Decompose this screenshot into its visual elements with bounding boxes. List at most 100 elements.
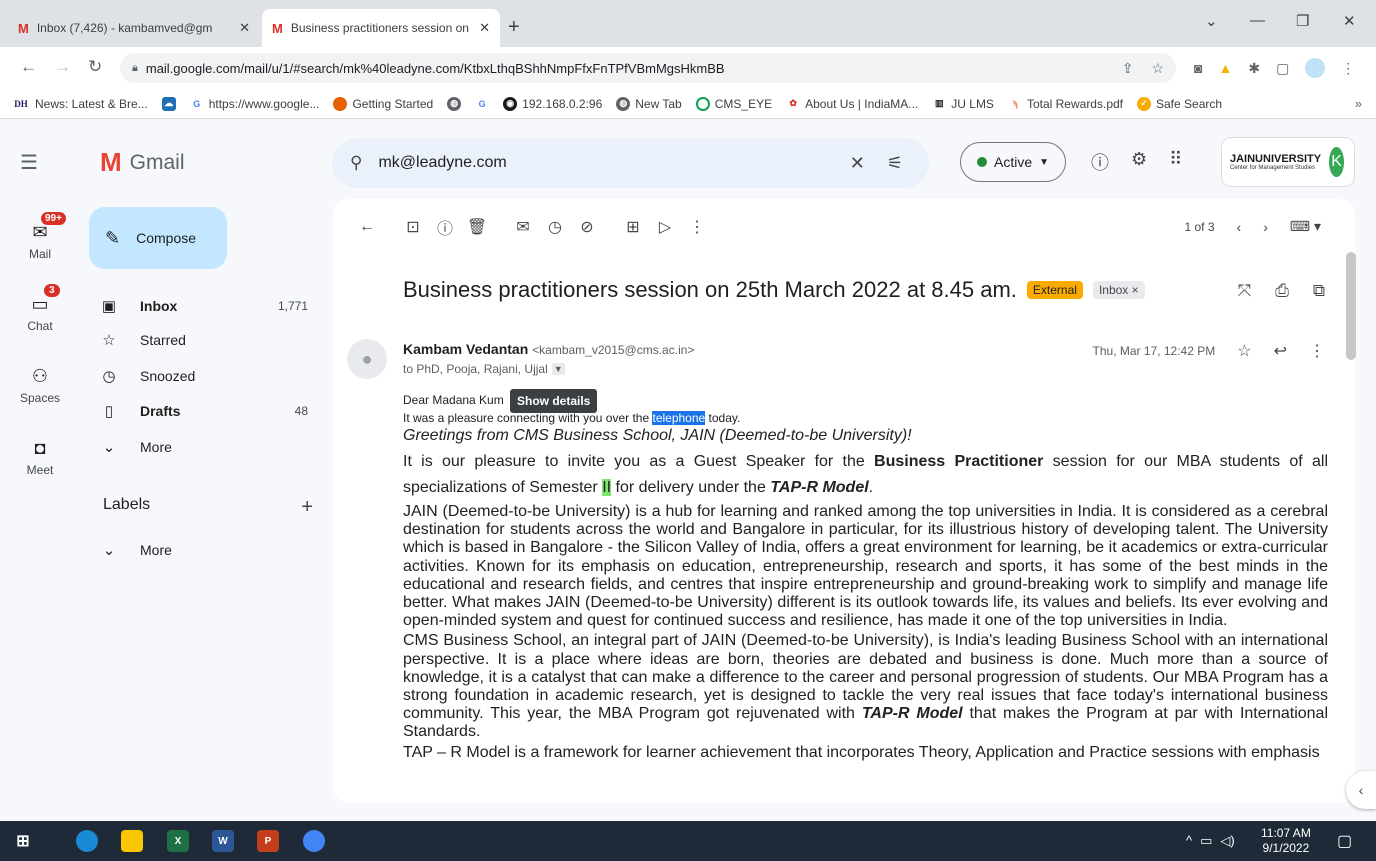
back-icon[interactable]: ← (20, 57, 37, 77)
network-icon[interactable]: ▭ (1200, 833, 1212, 849)
add-task-icon[interactable]: ⊘ (571, 217, 603, 237)
more-icon[interactable]: ⋮ (1309, 341, 1325, 361)
search-input[interactable] (378, 154, 850, 172)
nav-more[interactable]: ⌄ More (100, 431, 316, 463)
bookmark-item[interactable]: ◍ New Tab (616, 96, 682, 111)
close-tab-icon[interactable]: ✕ (239, 20, 250, 36)
add-label-icon[interactable]: + (301, 496, 313, 519)
word-icon[interactable]: W (212, 830, 234, 852)
restore-button[interactable]: ❐ (1296, 12, 1309, 30)
drive-icon[interactable]: ▲ (1218, 60, 1232, 76)
bookmark-item[interactable]: ▥ JU LMS (932, 96, 994, 111)
archive-icon[interactable]: ⊡ (397, 217, 429, 237)
bookmark-item[interactable]: ✓ Safe Search (1137, 96, 1222, 111)
chevron-right-icon[interactable]: › (1263, 219, 1268, 235)
gmail-logo[interactable]: M Gmail (100, 147, 185, 178)
move-to-icon[interactable]: ⊞ (617, 217, 649, 237)
extension-icon[interactable]: ◙ (1194, 60, 1202, 76)
apps-grid-icon[interactable]: ⠿ (1169, 149, 1182, 175)
inbox-label-chip[interactable]: Inbox × (1092, 281, 1145, 299)
rail-chat[interactable]: ▭ 3 Chat (0, 284, 80, 333)
compose-button[interactable]: ✎ Compose (89, 207, 227, 269)
account-switcher[interactable]: JAINUNIVERSITY Center for Management Stu… (1221, 137, 1355, 187)
back-to-list-icon[interactable]: ← (351, 218, 383, 236)
report-spam-icon[interactable]: ⓘ (429, 215, 461, 239)
taskbar-clock[interactable]: 11:07 AM 9/1/2022 (1261, 826, 1311, 856)
windows-start-icon[interactable]: ⊞ (12, 830, 34, 852)
share-icon[interactable]: ⇪ (1122, 60, 1134, 77)
nav-snoozed[interactable]: ◷ Snoozed (100, 360, 316, 392)
sender-avatar[interactable]: ● (347, 339, 387, 379)
chrome-menu-icon[interactable]: ⋮ (1341, 60, 1355, 77)
search-bar[interactable]: ⚲ ✕ ⚟ (332, 138, 929, 188)
delete-icon[interactable]: 🗑︎ (461, 217, 493, 237)
reply-icon[interactable]: ↩ (1274, 341, 1287, 361)
close-tab-icon[interactable]: ✕ (479, 20, 490, 36)
close-window-button[interactable]: ✕ (1343, 12, 1356, 30)
bookmark-item[interactable]: Ghttps://www.google... (189, 96, 319, 111)
bookmark-item[interactable]: DH News: Latest & Bre... (12, 96, 148, 111)
minimize-button[interactable]: — (1250, 12, 1265, 29)
rail-mail[interactable]: ✉ 99+ Mail (0, 212, 80, 261)
avatar[interactable]: K (1329, 147, 1344, 177)
open-new-window-icon[interactable]: ⧉ (1313, 281, 1325, 301)
tray-chevron-icon[interactable]: ^ (1186, 833, 1192, 849)
sender-name[interactable]: Kambam Vedantan (403, 341, 528, 357)
bookmarks-overflow-icon[interactable]: » (1355, 96, 1362, 111)
status-dropdown[interactable]: Active ▼ (960, 142, 1066, 182)
puzzle-icon[interactable]: ✱ (1248, 60, 1260, 77)
print-icon[interactable]: ⎙ (1275, 281, 1289, 301)
main-menu-icon[interactable]: ☰ (20, 150, 38, 175)
snooze-icon[interactable]: ◷ (539, 217, 571, 237)
search-options-icon[interactable]: ⚟ (887, 153, 903, 174)
bookmark-item[interactable]: ☁ (161, 96, 176, 111)
mark-unread-icon[interactable]: ✉ (507, 217, 539, 237)
help-icon[interactable]: ⓘ (1091, 149, 1109, 175)
excel-icon[interactable]: X (167, 830, 189, 852)
star-icon[interactable]: ☆ (1237, 341, 1251, 361)
bookmark-item[interactable]: G (475, 96, 490, 111)
volume-icon[interactable]: ◁) (1220, 833, 1234, 849)
lock-icon[interactable]: 🔒︎ (132, 62, 138, 75)
scrollbar[interactable] (1346, 252, 1356, 360)
labels-more[interactable]: ⌄ More (100, 534, 316, 566)
search-icon[interactable]: ⚲ (350, 153, 362, 173)
edge-icon[interactable] (76, 830, 98, 852)
tab-email[interactable]: M Business practitioners session on ✕ (262, 9, 500, 47)
label-icon[interactable]: ▷ (649, 217, 681, 237)
more-options-icon[interactable]: ⋮ (681, 217, 713, 237)
show-details-dropdown-icon[interactable]: ▼ (551, 363, 565, 375)
bookmark-item[interactable]: ◍ (447, 96, 462, 111)
file-explorer-icon[interactable] (121, 830, 143, 852)
bookmark-star-icon[interactable]: ☆ (1151, 60, 1164, 77)
nav-inbox[interactable]: ▣ Inbox 1,771 (100, 290, 316, 322)
nav-drafts[interactable]: ▯ Drafts 48 (100, 395, 316, 427)
forward-icon[interactable]: → (54, 57, 71, 77)
side-panel-toggle-icon[interactable]: ‹ (1346, 771, 1376, 809)
bookmark-item[interactable]: CMS_EYE (695, 96, 772, 111)
rail-spaces[interactable]: ⚇ Spaces (0, 366, 80, 405)
input-tools-icon[interactable]: ⌨ ▾ (1290, 218, 1321, 235)
clear-search-icon[interactable]: ✕ (850, 153, 865, 174)
sidepanel-icon[interactable]: ▢ (1276, 60, 1289, 77)
status-dot-icon (976, 157, 987, 167)
profile-icon[interactable] (1305, 58, 1326, 78)
nav-starred[interactable]: ☆ Starred (100, 324, 316, 356)
expand-all-icon[interactable]: ⤧ (1238, 281, 1252, 301)
chevron-left-icon[interactable]: ‹ (1237, 219, 1242, 235)
notification-icon[interactable]: ▢ (1337, 831, 1352, 851)
tab-inbox[interactable]: M Inbox (7,426) - kambamved@gm ✕ (8, 9, 260, 47)
settings-gear-icon[interactable]: ⚙ (1131, 149, 1147, 175)
bookmark-item[interactable]: ✿ About Us | IndiaMA... (786, 96, 918, 111)
rail-meet[interactable]: ◘ Meet (0, 438, 80, 477)
bookmark-item[interactable]: ◉ 192.168.0.2:96 (503, 96, 602, 111)
tab-search-icon[interactable]: ⌄ (1205, 12, 1218, 30)
url-bar[interactable]: 🔒︎ mail.google.com/mail/u/1/#search/mk%4… (120, 53, 1176, 83)
chrome-icon[interactable] (303, 830, 325, 852)
bookmark-item[interactable]: Getting Started (333, 96, 433, 111)
meet-icon: ◘ (34, 438, 46, 458)
bookmark-item[interactable]: ϡ Total Rewards.pdf (1007, 96, 1123, 111)
powerpoint-icon[interactable]: P (257, 830, 279, 852)
new-tab-button[interactable]: + (508, 16, 520, 39)
reload-icon[interactable]: ↻ (88, 57, 102, 77)
